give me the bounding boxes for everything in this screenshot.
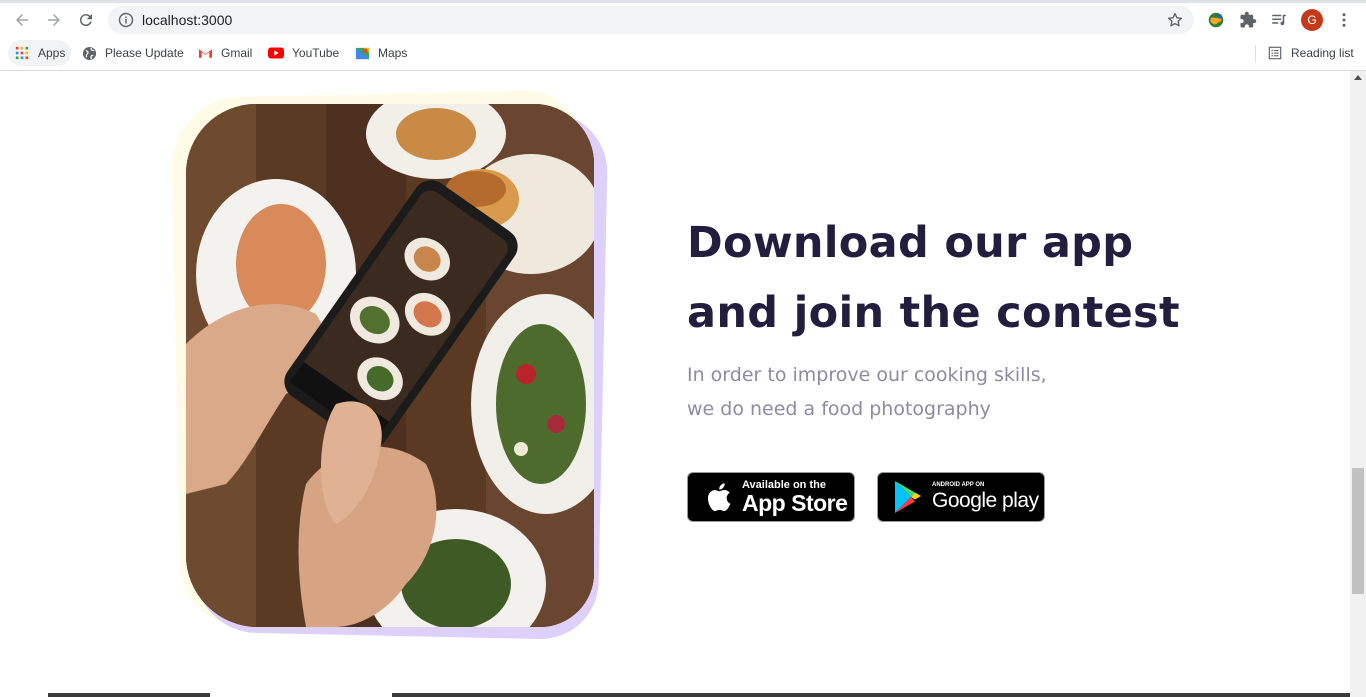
gmail-icon	[197, 45, 213, 61]
bookmark-label: Apps	[38, 46, 66, 60]
hero-title: Download our app and join the contest	[687, 208, 1207, 348]
back-button[interactable]	[10, 8, 34, 32]
browser-menu-button[interactable]	[1333, 9, 1355, 31]
reload-button[interactable]	[74, 8, 98, 32]
page-viewport: Download our app and join the contest In…	[0, 71, 1350, 697]
scrollbar-thumb[interactable]	[1352, 468, 1364, 594]
arrow-right-icon	[48, 14, 60, 26]
google-play-icon	[888, 477, 928, 517]
tab-strip-edge	[0, 0, 1366, 3]
bookmark-youtube[interactable]: YouTube	[268, 40, 339, 66]
more-vert-icon	[1342, 13, 1346, 27]
hero-title-line-1: Download our app	[687, 218, 1134, 268]
scroll-up-arrow-icon[interactable]	[1354, 75, 1362, 80]
globe-icon	[81, 45, 97, 61]
apple-icon	[698, 477, 738, 517]
vertical-scrollbar[interactable]	[1350, 71, 1366, 697]
extension-globe-button[interactable]	[1205, 9, 1227, 31]
maps-icon	[354, 45, 370, 61]
bookmarks-separator	[1255, 45, 1256, 62]
reading-list-icon	[1267, 45, 1283, 61]
puzzle-icon	[1240, 11, 1257, 28]
bookmark-label: YouTube	[292, 46, 340, 60]
forward-button[interactable]	[42, 8, 66, 32]
bookmark-label: Please Update	[105, 46, 184, 60]
arrow-left-icon	[16, 14, 28, 26]
address-bar[interactable]: localhost:3000	[108, 6, 1194, 34]
extension-globe-icon	[1208, 12, 1224, 28]
bookmark-apps[interactable]: Apps	[8, 40, 72, 66]
bookmark-star-icon[interactable]	[1166, 11, 1184, 29]
bookmark-please-update[interactable]: Please Update	[81, 40, 184, 66]
reading-list-button[interactable]: Reading list	[1267, 40, 1354, 66]
bookmark-maps[interactable]: Maps	[354, 40, 407, 66]
info-icon[interactable]	[118, 12, 134, 28]
google-play-small-text: ANDROID APP ON	[932, 482, 985, 488]
reading-list-label: Reading list	[1291, 46, 1354, 60]
bookmarks-bar: Apps Please Update Gmail YouTube Maps Re…	[0, 40, 1366, 71]
youtube-icon	[268, 45, 284, 61]
profile-avatar[interactable]: G	[1301, 9, 1323, 31]
google-play-button[interactable]: ANDROID APP ON Google play	[877, 472, 1045, 522]
extensions-button[interactable]	[1237, 9, 1259, 31]
page-bottom-edge	[0, 693, 1350, 697]
app-store-big-text: App Store	[742, 490, 848, 516]
apps-grid-icon	[14, 45, 30, 61]
bookmark-label: Gmail	[221, 46, 253, 60]
google-play-big-text: Google play	[932, 489, 1039, 512]
hero-subtitle-line-2: we do need a food photography	[687, 398, 991, 420]
app-store-button[interactable]: Available on the App Store	[687, 472, 855, 522]
hero-subtitle-line-1: In order to improve our cooking skills,	[687, 364, 1047, 386]
media-controls-button[interactable]	[1268, 9, 1290, 31]
hero-title-line-2: and join the contest	[687, 288, 1180, 338]
bookmark-label: Maps	[378, 46, 408, 60]
bookmark-gmail[interactable]: Gmail	[197, 40, 252, 66]
url-text[interactable]: localhost:3000	[142, 12, 232, 28]
browser-toolbar: localhost:3000 G	[0, 0, 1366, 40]
hero-subtitle: In order to improve our cooking skills, …	[687, 358, 1107, 426]
food-photography-image	[186, 104, 594, 627]
queue-music-icon	[1272, 14, 1286, 26]
reload-icon	[79, 14, 92, 27]
